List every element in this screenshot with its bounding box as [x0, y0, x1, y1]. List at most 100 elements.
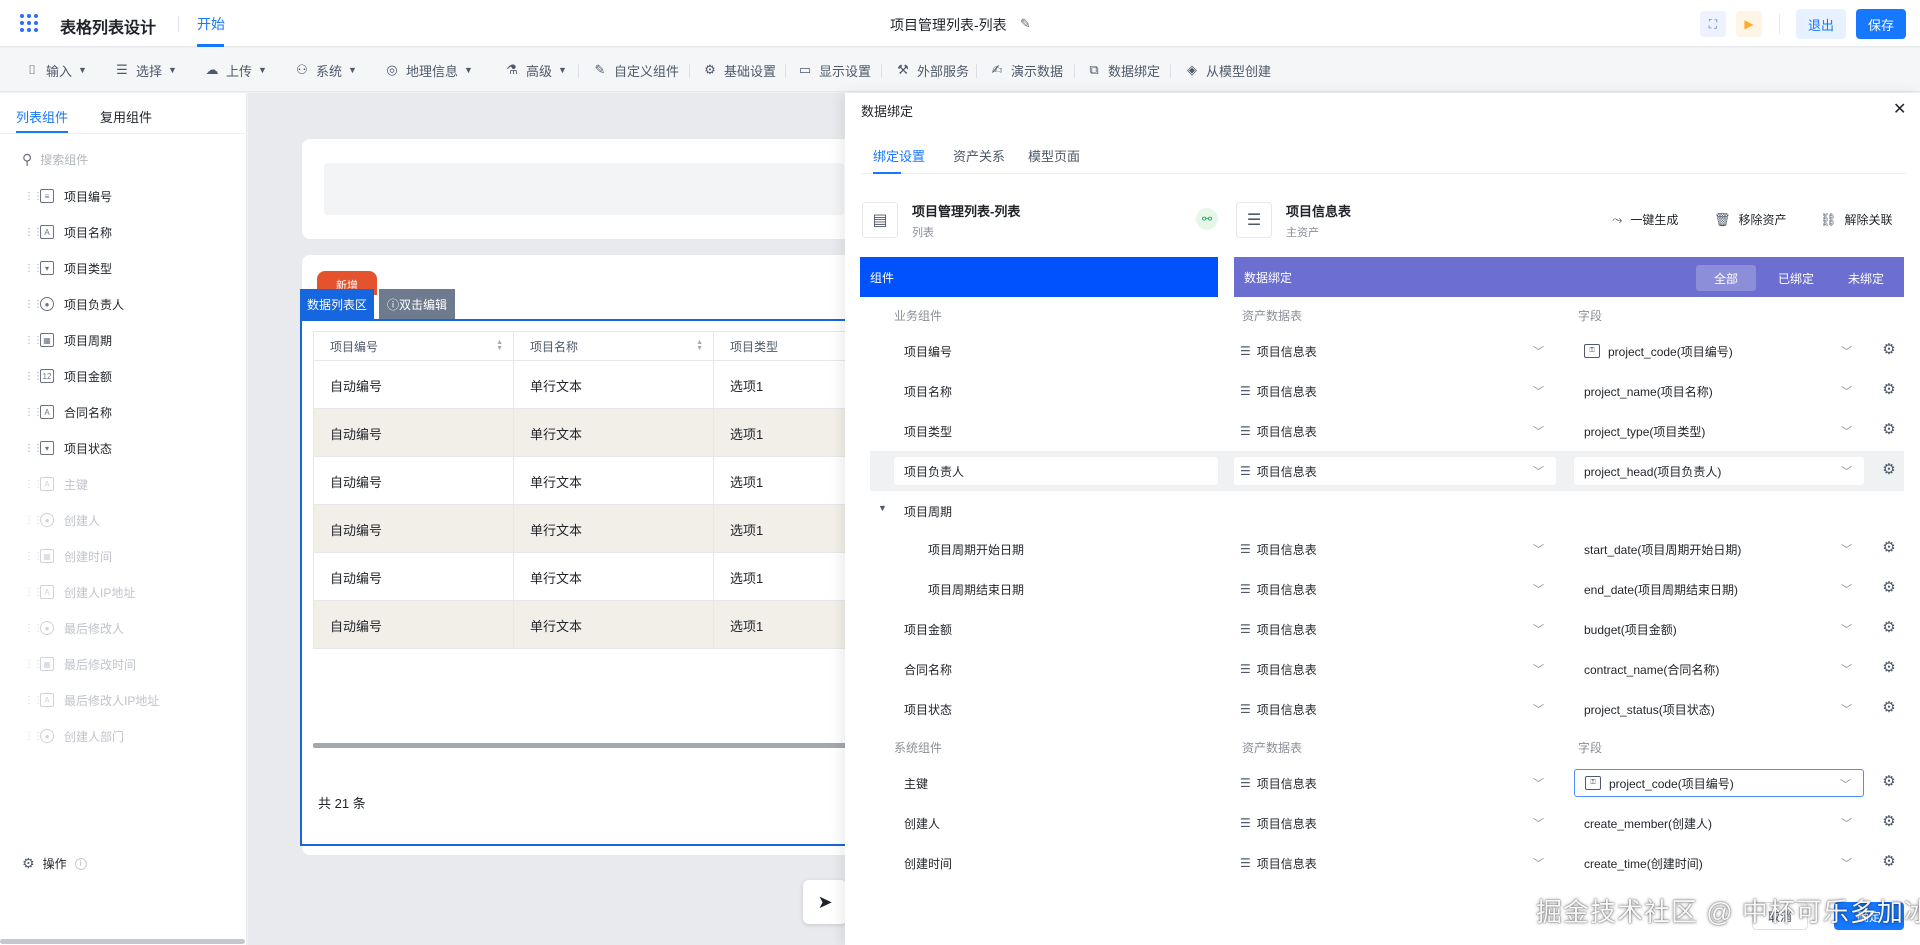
toolbar-data-binding[interactable]: ⧉ 数据绑定: [1086, 60, 1160, 80]
gear-icon[interactable]: ⚙: [1880, 699, 1898, 717]
gear-icon[interactable]: ⚙: [1880, 421, 1898, 439]
gear-icon[interactable]: ⚙: [1880, 461, 1898, 479]
exit-button[interactable]: 退出: [1796, 9, 1846, 39]
gear-icon[interactable]: ⚙: [1880, 341, 1898, 359]
close-icon[interactable]: ✕: [1893, 99, 1906, 119]
toolbar-basic-settings[interactable]: ⚙ 基础设置: [702, 60, 776, 80]
field-select[interactable]: ⚿ project_code(项目编号) ﹀: [1574, 769, 1864, 797]
info-icon[interactable]: i: [74, 857, 87, 870]
apps-grid-icon[interactable]: [20, 14, 38, 32]
search-area-card[interactable]: [302, 139, 862, 239]
table-row[interactable]: 自动编号 单行文本 选项1: [313, 505, 858, 553]
asset-table-select[interactable]: ☰ 项目信息表 ﹀: [1234, 695, 1556, 723]
drag-handle-icon[interactable]: ⋮⋮: [24, 299, 43, 310]
tab-start[interactable]: 开始: [197, 14, 225, 34]
collapse-arrow-icon[interactable]: ▼: [878, 503, 887, 513]
tab-list-components[interactable]: 列表组件: [16, 107, 68, 126]
save-button[interactable]: 保存: [1856, 9, 1906, 39]
auto-generate-button[interactable]: ⤳ 一键生成: [1612, 211, 1678, 228]
drag-handle-icon[interactable]: ⋮⋮: [24, 407, 43, 418]
tab-reuse-components[interactable]: 复用组件: [100, 107, 152, 126]
toolbar-display-settings[interactable]: ▭ 显示设置: [797, 60, 871, 80]
asset-table-select[interactable]: ☰ 项目信息表 ﹀: [1234, 655, 1556, 683]
edit-title-icon[interactable]: ✎: [1020, 17, 1034, 31]
asset-table-select[interactable]: ☰ 项目信息表 ﹀: [1234, 769, 1556, 797]
field-select[interactable]: project_type(项目类型) ﹀: [1574, 417, 1864, 445]
field-select[interactable]: project_status(项目状态) ﹀: [1574, 695, 1864, 723]
component-search-input[interactable]: ⚲ 搜索组件: [22, 149, 88, 169]
column-header[interactable]: 项目编号 ▲ ▼: [314, 332, 514, 360]
drag-handle-icon[interactable]: ⋮⋮: [24, 443, 43, 454]
table-horizontal-scrollbar[interactable]: [313, 743, 858, 748]
drag-handle-icon[interactable]: ⋮⋮: [24, 371, 43, 382]
table-row[interactable]: 自动编号 单行文本 选项1: [313, 601, 858, 649]
field-select[interactable]: contract_name(合同名称) ﹀: [1574, 655, 1864, 683]
asset-table-select[interactable]: ☰ 项目信息表 ﹀: [1234, 535, 1556, 563]
field-select[interactable]: start_date(项目周期开始日期) ﹀: [1574, 535, 1864, 563]
tab-model-pages[interactable]: 模型页面: [1028, 146, 1080, 165]
sort-icon[interactable]: ▲ ▼: [496, 339, 503, 352]
sidebar-item-project-code[interactable]: ⋮⋮ ≡ 项目编号: [24, 186, 112, 206]
run-icon[interactable]: ▶: [1736, 11, 1762, 37]
field-select[interactable]: create_time(创建时间) ﹀: [1574, 849, 1864, 877]
field-select[interactable]: ⚿ project_code(项目编号) ﹀: [1574, 337, 1864, 365]
field-select[interactable]: project_head(项目负责人) ﹀: [1574, 457, 1864, 485]
table-row[interactable]: 自动编号 单行文本 选项1: [313, 553, 858, 601]
asset-table-select[interactable]: ☰ 项目信息表 ﹀: [1234, 377, 1556, 405]
pointer-tool-button[interactable]: ➤: [803, 880, 847, 924]
table-row[interactable]: 自动编号 单行文本 选项1: [313, 457, 858, 505]
toolbar-select[interactable]: ☰ 选择 ▼: [114, 60, 177, 80]
gear-icon[interactable]: ⚙: [1880, 659, 1898, 677]
field-select[interactable]: end_date(项目周期结束日期) ﹀: [1574, 575, 1864, 603]
gear-icon[interactable]: ⚙: [1880, 619, 1898, 637]
field-select[interactable]: project_name(项目名称) ﹀: [1574, 377, 1864, 405]
filter-bound[interactable]: 已绑定: [1766, 265, 1826, 291]
filter-unbound[interactable]: 未绑定: [1836, 265, 1896, 291]
asset-table-select[interactable]: ☰ 项目信息表 ﹀: [1234, 337, 1556, 365]
toolbar-advanced[interactable]: ⚗ 高级 ▼: [504, 60, 567, 80]
drag-handle-icon[interactable]: ⋮⋮: [24, 263, 43, 274]
sidebar-scrollbar[interactable]: [0, 939, 245, 944]
toolbar-external-service[interactable]: ⚒ 外部服务: [895, 60, 969, 80]
column-header[interactable]: 项目类型: [714, 332, 859, 360]
sidebar-item-contract-name[interactable]: ⋮⋮ A 合同名称: [24, 402, 112, 422]
operation-item[interactable]: ⚙ 操作 i: [22, 855, 87, 872]
asset-table-select[interactable]: ☰ 项目信息表 ﹀: [1234, 457, 1556, 485]
sidebar-item-project-type[interactable]: ⋮⋮ ▾ 项目类型: [24, 258, 112, 278]
drag-handle-icon[interactable]: ⋮⋮: [24, 335, 43, 346]
toolbar-upload[interactable]: ☁ 上传 ▼: [204, 60, 267, 80]
asset-table-select[interactable]: ☰ 项目信息表 ﹀: [1234, 849, 1556, 877]
asset-table-select[interactable]: ☰ 项目信息表 ﹀: [1234, 615, 1556, 643]
gear-icon[interactable]: ⚙: [1880, 853, 1898, 871]
toolbar-demo-data[interactable]: ✍ 演示数据: [989, 60, 1063, 80]
gear-icon[interactable]: ⚙: [1880, 579, 1898, 597]
gear-icon[interactable]: ⚙: [1880, 813, 1898, 831]
table-row[interactable]: 自动编号 单行文本 选项1: [313, 361, 858, 409]
asset-table-select[interactable]: ☰ 项目信息表 ﹀: [1234, 575, 1556, 603]
gear-icon[interactable]: ⚙: [1880, 539, 1898, 557]
double-click-edit-label[interactable]: ⓘ双击编辑: [379, 289, 455, 319]
column-header[interactable]: 项目名称 ▲ ▼: [514, 332, 714, 360]
remove-asset-button[interactable]: 🗑 移除资产: [1714, 211, 1787, 228]
field-select[interactable]: create_member(创建人) ﹀: [1574, 809, 1864, 837]
drag-handle-icon[interactable]: ⋮⋮: [24, 227, 43, 238]
sidebar-item-project-name[interactable]: ⋮⋮ A 项目名称: [24, 222, 112, 242]
toolbar-geo[interactable]: ◎ 地理信息 ▼: [384, 60, 473, 80]
gear-icon[interactable]: ⚙: [1880, 773, 1898, 791]
field-select[interactable]: budget(项目金额) ﹀: [1574, 615, 1864, 643]
asset-table-select[interactable]: ☰ 项目信息表 ﹀: [1234, 417, 1556, 445]
table-row[interactable]: 自动编号 单行文本 选项1: [313, 409, 858, 457]
toolbar-input[interactable]: ⌷ 输入 ▼: [24, 60, 87, 80]
unlink-button[interactable]: ⛓ 解除关联: [1820, 211, 1893, 228]
sidebar-item-project-period[interactable]: ⋮⋮ ▦ 项目周期: [24, 330, 112, 350]
asset-table-select[interactable]: ☰ 项目信息表 ﹀: [1234, 809, 1556, 837]
tab-asset-relations[interactable]: 资产关系: [953, 146, 1005, 165]
toolbar-from-model[interactable]: ◈ 从模型创建: [1184, 60, 1271, 80]
sidebar-item-project-head[interactable]: ⋮⋮ ● 项目负责人: [24, 294, 124, 314]
toolbar-system[interactable]: ⚇ 系统 ▼: [294, 60, 357, 80]
toolbar-custom-component[interactable]: ✎ 自定义组件: [592, 60, 679, 80]
sidebar-item-project-status[interactable]: ⋮⋮ ▾ 项目状态: [24, 438, 112, 458]
preview-icon[interactable]: ⛶: [1700, 11, 1726, 37]
sort-icon[interactable]: ▲ ▼: [696, 339, 703, 352]
gear-icon[interactable]: ⚙: [1880, 381, 1898, 399]
